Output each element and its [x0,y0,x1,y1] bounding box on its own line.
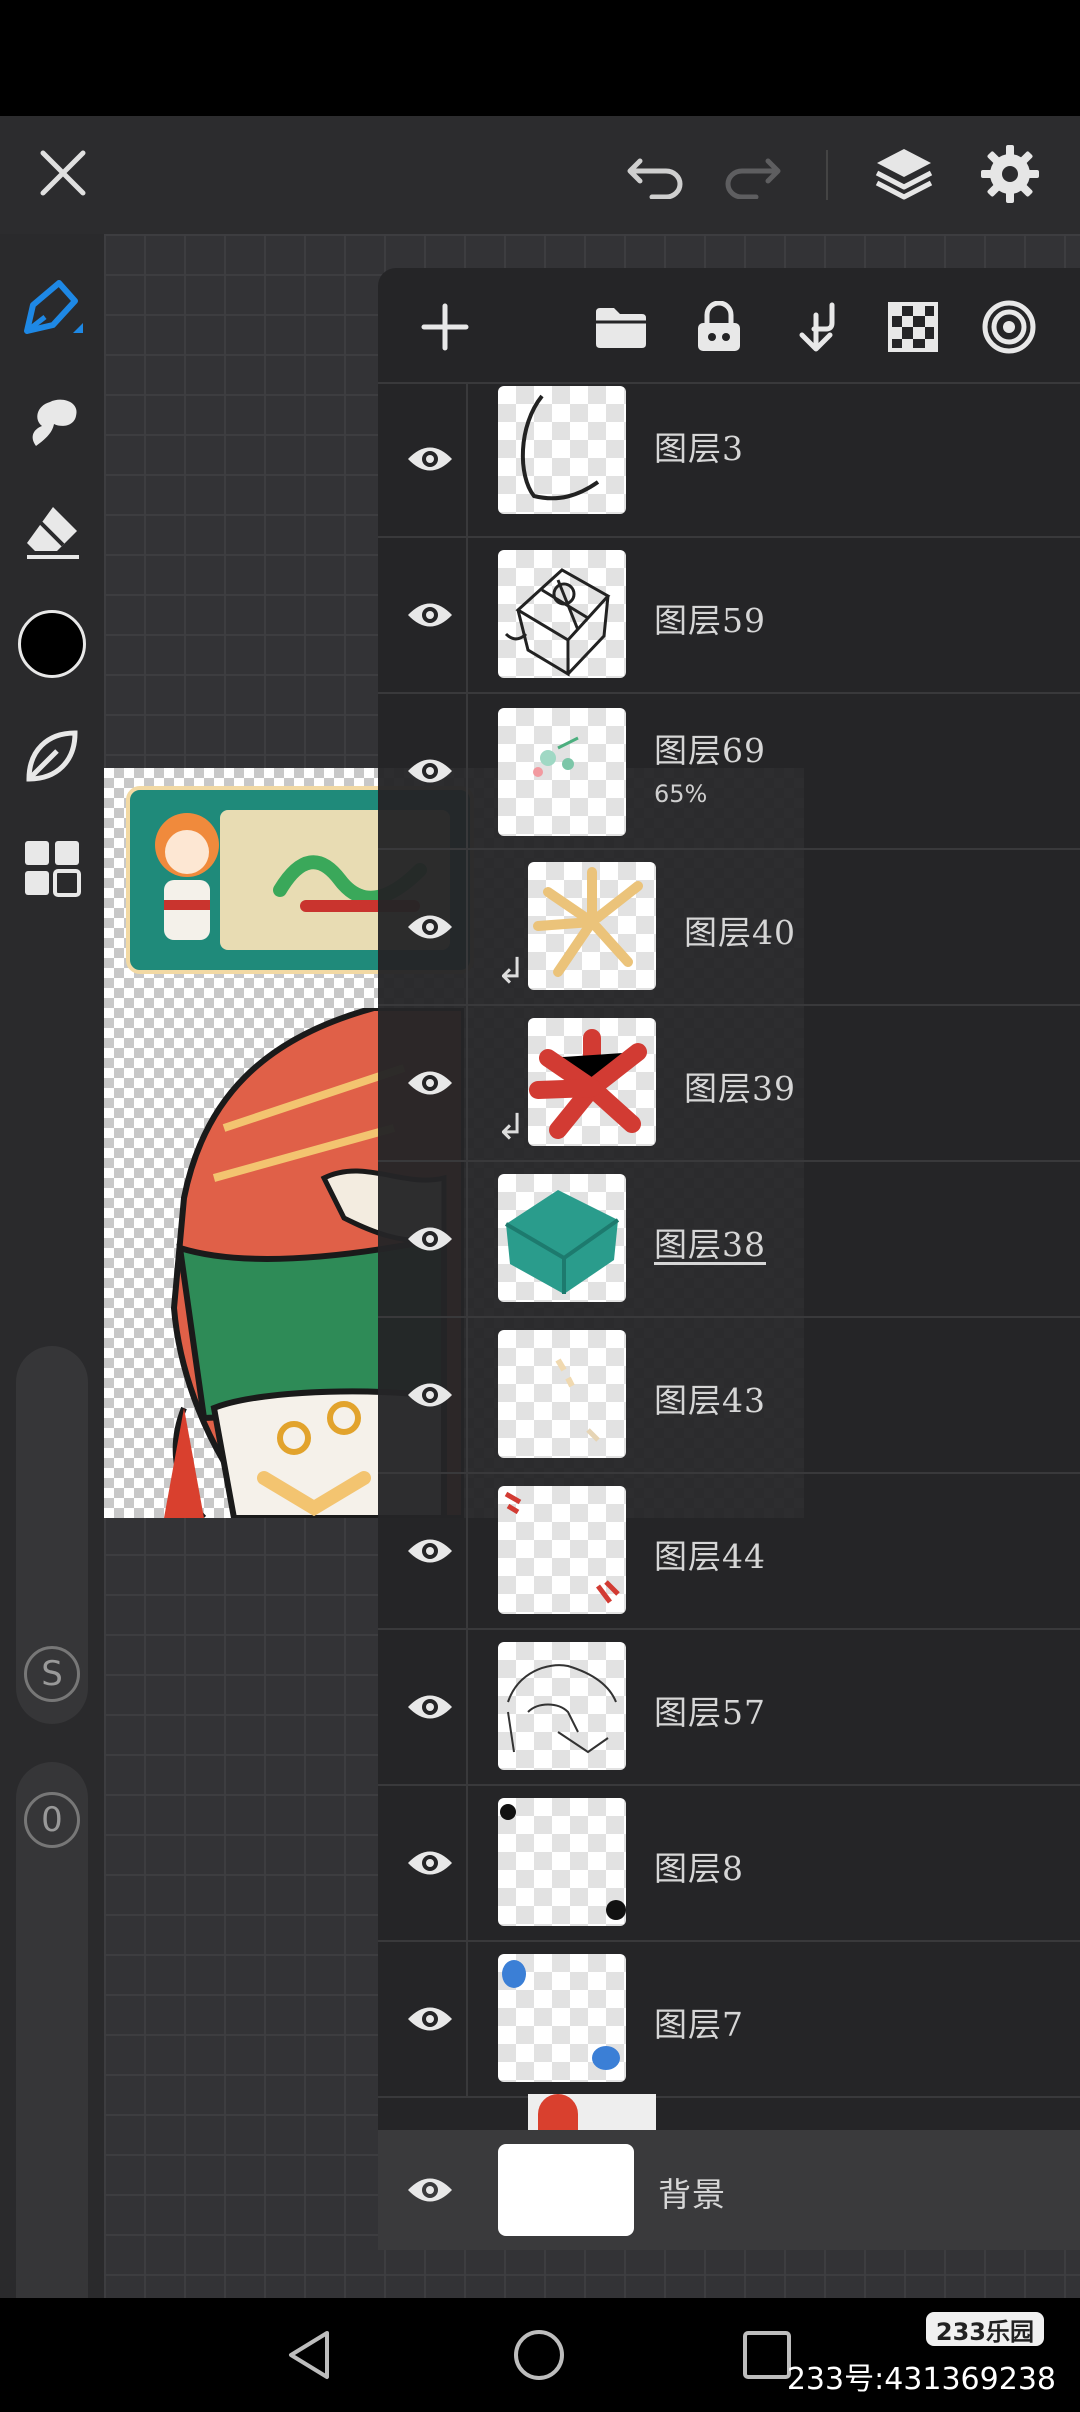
background-layer-row[interactable]: 背景 [378,2130,1080,2250]
layer-row[interactable]: 图层8 [378,1786,1080,1942]
layer-name: 图层44 [654,1537,766,1576]
layer-thumbnail [498,1642,626,1770]
layer-thumbnail [498,1486,626,1614]
opacity-label: 0 [24,1792,80,1848]
top-toolbar [0,116,1080,234]
layer-row-active[interactable]: 图层38 [378,1162,1080,1318]
status-bar [0,0,1080,116]
layer-name: 图层43 [654,1381,766,1420]
watermark-text: 233号:431369238 [786,2362,1056,2397]
home-icon[interactable] [502,2318,576,2392]
layer-row[interactable]: 图层43 [378,1318,1080,1474]
row-divider [466,1318,468,1474]
pen-icon[interactable] [12,268,92,348]
redo-icon[interactable] [716,138,788,210]
merge-down-icon[interactable] [782,292,852,362]
row-divider [466,1162,468,1318]
background-layer-name: 背景 [658,2175,726,2214]
clip-arrow-icon: ↲ [496,951,527,992]
lock-icon[interactable] [684,292,754,362]
brush-size-slider[interactable]: S [16,1346,88,1724]
leaf-icon[interactable] [12,716,92,796]
layer-thumbnail [498,386,626,514]
layers-icon[interactable] [866,136,942,212]
layer-row[interactable]: 图层57 [378,1630,1080,1786]
clip-arrow-icon: ↲ [496,1107,527,1148]
row-divider [466,1786,468,1942]
layer-name: 图层40 [684,913,796,952]
layer-row[interactable]: 图层69 65% [378,694,1080,850]
layer-row[interactable]: ↲ 图层39 [378,1006,1080,1162]
eye-icon[interactable] [396,1630,464,1784]
smudge-icon[interactable] [12,380,92,460]
undo-icon[interactable] [620,138,692,210]
watermark-logo: 233乐园 [925,2312,1044,2346]
eye-icon[interactable] [396,1318,464,1472]
navigation-bar: 233乐园 233号:431369238 [0,2298,1080,2412]
row-divider [466,1942,468,2098]
row-divider [466,1474,468,1630]
folder-icon[interactable] [586,292,656,362]
layer-name: 图层8 [654,1849,744,1888]
layer-name: 图层39 [684,1069,796,1108]
layer-thumbnail [498,550,626,678]
eye-icon[interactable] [396,694,464,848]
row-divider [466,694,468,850]
row-divider [466,538,468,694]
layer-opacity: 65% [654,780,708,808]
brush-opacity-slider[interactable]: 0 [16,1762,88,2390]
layer-thumbnail [498,708,626,836]
row-divider [466,382,468,538]
eye-icon[interactable] [396,1474,464,1628]
layer-thumbnail [498,1330,626,1458]
layer-effects-icon[interactable] [974,292,1044,362]
back-icon[interactable] [272,2318,346,2392]
eye-icon[interactable] [396,538,464,692]
row-divider [466,1006,468,1162]
layer-row[interactable]: 图层3 [378,382,1080,538]
layer-thumbnail-partial [528,2094,656,2130]
eye-icon[interactable] [396,1162,464,1316]
layer-thumbnail [498,1954,626,2082]
color-swatch[interactable] [12,604,92,684]
layer-name: 图层7 [654,2005,744,2044]
layer-row[interactable]: 图层7 [378,1942,1080,2098]
eye-icon[interactable] [396,850,464,1004]
eraser-icon[interactable] [12,492,92,572]
layer-name: 图层69 [654,731,766,770]
eye-icon[interactable] [396,1786,464,1940]
row-divider [466,1630,468,1786]
chibi-character-image [155,813,219,940]
layers-panel: 图层3 图层59 图层69 65% ↲ 图层40 ↲ 图层39 图层38 图层4… [378,268,1080,2250]
size-label: S [24,1646,80,1702]
add-layer-icon[interactable] [410,292,480,362]
grid-icon[interactable] [12,828,92,908]
background-thumbnail [498,2144,634,2236]
eye-icon[interactable] [396,2130,464,2250]
layer-name: 图层59 [654,601,766,640]
gear-icon[interactable] [972,136,1048,212]
close-icon[interactable] [28,138,98,208]
transparency-icon[interactable] [878,292,948,362]
layer-name: 图层38 [654,1225,766,1264]
layer-thumbnail [498,1174,626,1302]
row-divider [466,850,468,1006]
layer-thumbnail [528,1018,656,1146]
eye-icon[interactable] [396,1006,464,1160]
toolbar-divider [826,150,828,200]
layer-thumbnail [528,862,656,990]
layers-panel-toolbar [378,268,1080,384]
layer-name: 图层57 [654,1693,766,1732]
layer-row[interactable]: 图层59 [378,538,1080,694]
layer-row[interactable]: 图层44 [378,1474,1080,1630]
eye-icon[interactable] [396,1942,464,2096]
layer-name: 图层3 [654,429,744,468]
eye-icon[interactable] [396,382,464,536]
left-toolbar: S 0 [0,234,104,2390]
layer-thumbnail [498,1798,626,1926]
layer-row[interactable]: ↲ 图层40 [378,850,1080,1006]
